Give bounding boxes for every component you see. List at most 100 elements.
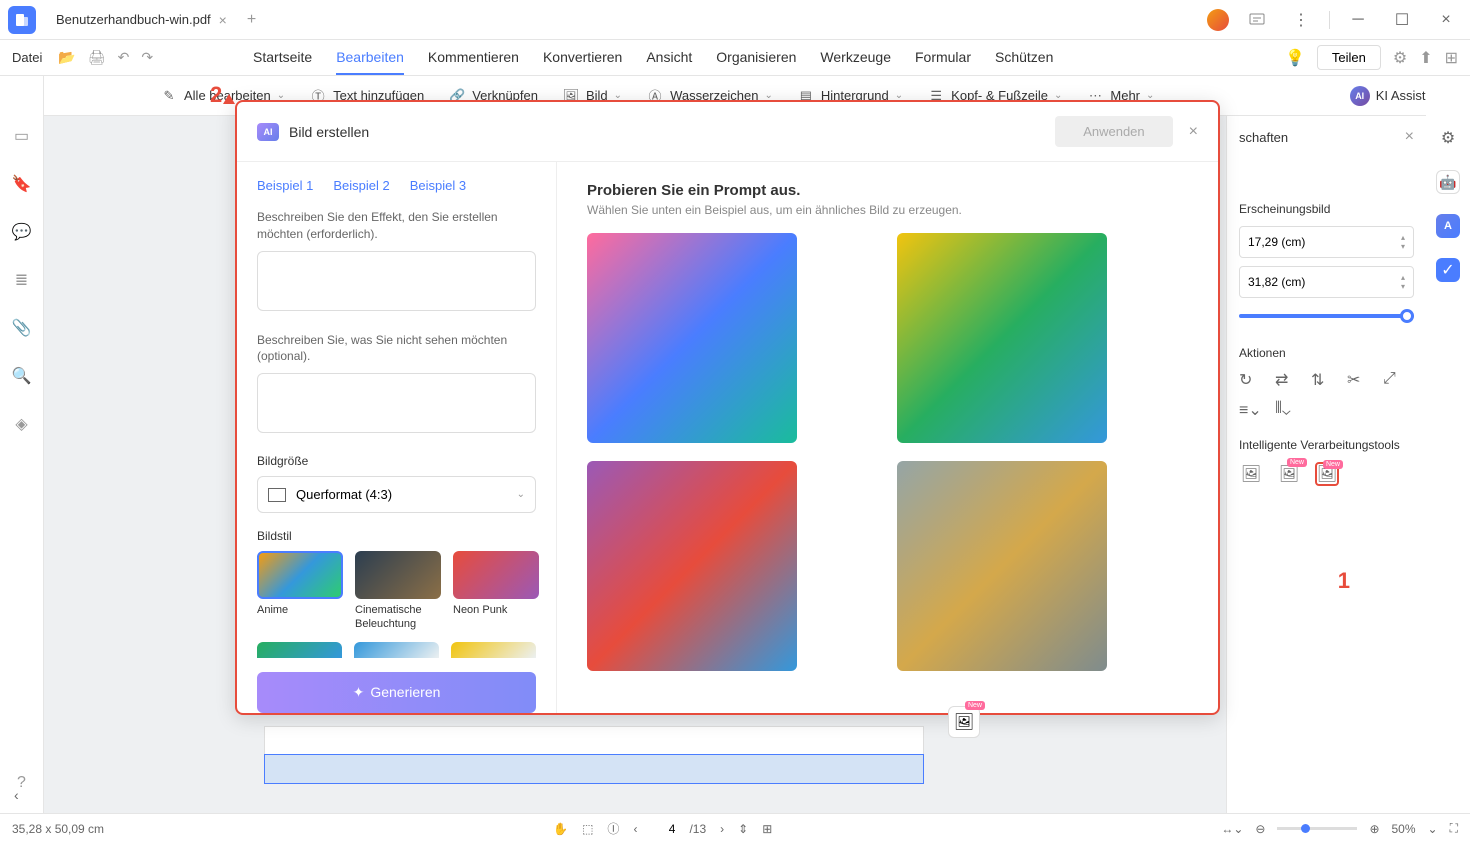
flip-v-icon[interactable]: ⇅ <box>1311 370 1329 388</box>
floating-image-button[interactable]: 🖼New <box>948 706 980 738</box>
check-icon[interactable]: ✓ <box>1436 258 1460 282</box>
open-icon[interactable]: 📂 <box>58 49 75 66</box>
width-value: 17,29 (cm) <box>1248 235 1305 249</box>
tab-kommentieren[interactable]: Kommentieren <box>428 41 519 75</box>
stepper-icon[interactable]: ▴▾ <box>1401 233 1405 251</box>
negative-prompt-input[interactable] <box>257 373 536 433</box>
share-button[interactable]: Teilen <box>1317 45 1381 70</box>
select-tool-icon[interactable]: ⬚ <box>582 822 593 836</box>
tab-konvertieren[interactable]: Konvertieren <box>543 41 622 75</box>
tab-bearbeiten[interactable]: Bearbeiten <box>336 41 404 75</box>
annotation-marker-1: 1 <box>1338 568 1350 594</box>
height-input[interactable]: 31,82 (cm) ▴▾ <box>1239 266 1414 298</box>
upload-icon[interactable]: ⬆ <box>1419 48 1432 68</box>
example-image-1[interactable] <box>587 233 797 443</box>
style-more-1[interactable] <box>257 642 342 658</box>
redo-icon[interactable]: ↷ <box>141 49 153 66</box>
prompt-input[interactable] <box>257 251 536 311</box>
sparkle-icon: ✦ <box>353 684 365 701</box>
smart-tool-1[interactable]: 🖼 <box>1239 462 1263 486</box>
more-menu-icon[interactable]: ⋮ <box>1285 4 1317 36</box>
style-more-3[interactable] <box>451 642 536 658</box>
scatter-icon[interactable]: ⚙ <box>1393 48 1407 68</box>
tab-werkzeuge[interactable]: Werkzeuge <box>820 41 891 75</box>
collapse-sidebar-icon[interactable]: ‹ <box>14 787 19 803</box>
tab-formular[interactable]: Formular <box>915 41 971 75</box>
statusbar: 35,28 x 50,09 cm ✋ ⬚ Ⓘ ‹ /13 › ⇕ ⊞ ↔⌄ ⊖ … <box>0 813 1470 843</box>
new-tab-button[interactable]: + <box>247 11 256 29</box>
distribute-icon[interactable]: ⦀⌄ <box>1275 400 1293 418</box>
search-icon[interactable]: 🔍 <box>12 366 32 386</box>
example-1-link[interactable]: Beispiel 1 <box>257 178 313 193</box>
tab-startseite[interactable]: Startseite <box>253 41 312 75</box>
document-selection[interactable] <box>264 754 924 784</box>
ai-image-tool[interactable]: 🖼New <box>1315 462 1339 486</box>
style-thumb-neon <box>453 551 539 599</box>
annotation-marker-2: 2 <box>210 82 222 108</box>
hand-tool-icon[interactable]: ✋ <box>553 822 568 836</box>
undo-icon[interactable]: ↶ <box>118 49 130 66</box>
lightbulb-icon[interactable]: 💡 <box>1285 48 1305 68</box>
minimize-button[interactable]: ─ <box>1342 4 1374 36</box>
tab-close-icon[interactable]: × <box>219 12 227 28</box>
example-image-4[interactable] <box>897 461 1107 671</box>
scroll-mode-icon[interactable]: ⇕ <box>738 822 748 836</box>
style-more-2[interactable] <box>354 642 439 658</box>
example-2-link[interactable]: Beispiel 2 <box>333 178 389 193</box>
print-icon[interactable]: 🖨 <box>88 49 106 66</box>
tab-ansicht[interactable]: Ansicht <box>646 41 692 75</box>
comment-icon[interactable]: 💬 <box>12 222 32 242</box>
fullscreen-icon[interactable]: ⛶ <box>1450 821 1458 836</box>
page-thumbs-icon[interactable]: ▭ <box>12 126 32 146</box>
document-tab[interactable]: Benutzerhandbuch-win.pdf × <box>44 6 239 34</box>
style-neon-punk[interactable]: Neon Punk <box>453 551 539 632</box>
next-page-icon[interactable]: › <box>720 822 724 836</box>
apply-button[interactable]: Anwenden <box>1055 116 1172 147</box>
opacity-slider[interactable] <box>1239 306 1414 326</box>
ai-chat-icon[interactable]: 🤖 <box>1436 170 1460 194</box>
stepper-icon[interactable]: ▴▾ <box>1401 273 1405 291</box>
tab-organisieren[interactable]: Organisieren <box>716 41 796 75</box>
message-icon[interactable] <box>1241 4 1273 36</box>
tab-schuetzen[interactable]: Schützen <box>995 41 1053 75</box>
example-3-link[interactable]: Beispiel 3 <box>410 178 466 193</box>
chevron-down-icon[interactable]: ⌄ <box>1428 822 1438 836</box>
close-button[interactable]: × <box>1430 4 1462 36</box>
text-select-icon[interactable]: Ⓘ <box>607 820 619 837</box>
app-logo[interactable] <box>8 6 36 34</box>
attachment-icon[interactable]: 📎 <box>12 318 32 338</box>
example-image-3[interactable] <box>587 461 797 671</box>
zoom-out-icon[interactable]: ⊖ <box>1255 822 1265 836</box>
page-total: /13 <box>689 822 706 836</box>
generate-button[interactable]: ✦ Generieren <box>257 672 536 713</box>
grid-icon[interactable]: ⊞ <box>1445 48 1458 68</box>
crop-icon[interactable]: ✂ <box>1347 370 1365 388</box>
panel-close-icon[interactable]: × <box>1405 128 1414 146</box>
stack-icon[interactable]: ≣ <box>12 270 32 290</box>
size-select[interactable]: Querformat (4:3) ⌄ <box>257 476 536 513</box>
fit-width-icon[interactable]: ↔⌄ <box>1221 822 1243 836</box>
style-anime[interactable]: Anime <box>257 551 343 632</box>
ai-a-icon[interactable]: A <box>1436 214 1460 238</box>
example-image-2[interactable] <box>897 233 1107 443</box>
smart-tool-2[interactable]: 🖼New <box>1277 462 1301 486</box>
zoom-slider[interactable] <box>1277 827 1357 830</box>
bookmark-icon[interactable]: 🔖 <box>12 174 32 194</box>
align-icon[interactable]: ≡⌄ <box>1239 400 1257 418</box>
rotate-icon[interactable]: ↻ <box>1239 370 1257 388</box>
settings-icon[interactable]: ⚙ <box>1436 126 1460 150</box>
extract-icon[interactable]: ⤢ <box>1383 370 1401 388</box>
layers-icon[interactable]: ◈ <box>12 414 32 434</box>
style-cinematic[interactable]: Cinematische Beleuchtung <box>355 551 441 632</box>
maximize-button[interactable]: ☐ <box>1386 4 1418 36</box>
dialog-close-icon[interactable]: × <box>1189 123 1198 141</box>
chevron-down-icon: ⌄ <box>517 489 525 500</box>
width-input[interactable]: 17,29 (cm) ▴▾ <box>1239 226 1414 258</box>
page-number-input[interactable] <box>651 822 675 836</box>
flip-h-icon[interactable]: ⇄ <box>1275 370 1293 388</box>
file-menu[interactable]: Datei <box>12 50 42 65</box>
zoom-in-icon[interactable]: ⊕ <box>1369 822 1379 836</box>
page-mode-icon[interactable]: ⊞ <box>762 822 772 836</box>
prev-page-icon[interactable]: ‹ <box>633 822 637 836</box>
user-avatar[interactable] <box>1207 9 1229 31</box>
